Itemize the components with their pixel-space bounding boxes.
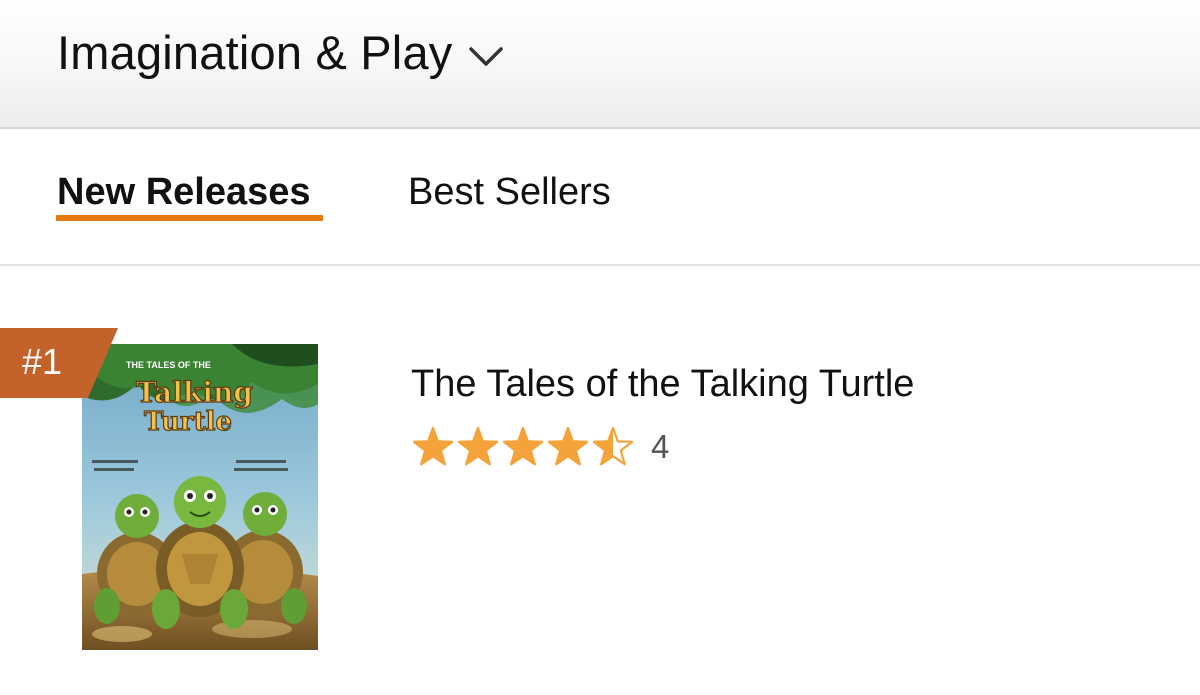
- tab-new-releases[interactable]: New Releases: [57, 167, 311, 217]
- rank-badge: #1: [0, 328, 118, 398]
- cover-title-line3: Turtle: [144, 407, 232, 437]
- tab-bar: New Releases Best Sellers: [0, 129, 1200, 266]
- rank-label: #1: [22, 341, 63, 382]
- star-icon: [502, 426, 544, 466]
- star-icon: [547, 426, 589, 466]
- product-row[interactable]: THE TALES OF THE Talking Turtle #1 The T…: [0, 266, 1200, 695]
- page: Imagination & Play New Releases Best Sel…: [0, 0, 1200, 695]
- active-tab-indicator: [56, 215, 323, 221]
- category-title: Imagination & Play: [57, 26, 453, 79]
- cover-title-line2: Talking: [136, 376, 253, 409]
- category-header: Imagination & Play: [0, 0, 1200, 129]
- tab-best-sellers[interactable]: Best Sellers: [408, 167, 611, 217]
- cover-title-line1: THE TALES OF THE: [126, 360, 211, 370]
- review-count: 4: [651, 428, 670, 465]
- star-rating: [413, 426, 634, 466]
- star-icon: [592, 426, 634, 466]
- product-title-link[interactable]: The Tales of the Talking Turtle: [411, 360, 914, 408]
- star-icon: [457, 426, 499, 466]
- category-dropdown[interactable]: Imagination & Play: [57, 22, 504, 84]
- star-icon: [413, 426, 454, 466]
- chevron-down-icon: [469, 47, 504, 66]
- rating-row[interactable]: 4: [413, 425, 669, 469]
